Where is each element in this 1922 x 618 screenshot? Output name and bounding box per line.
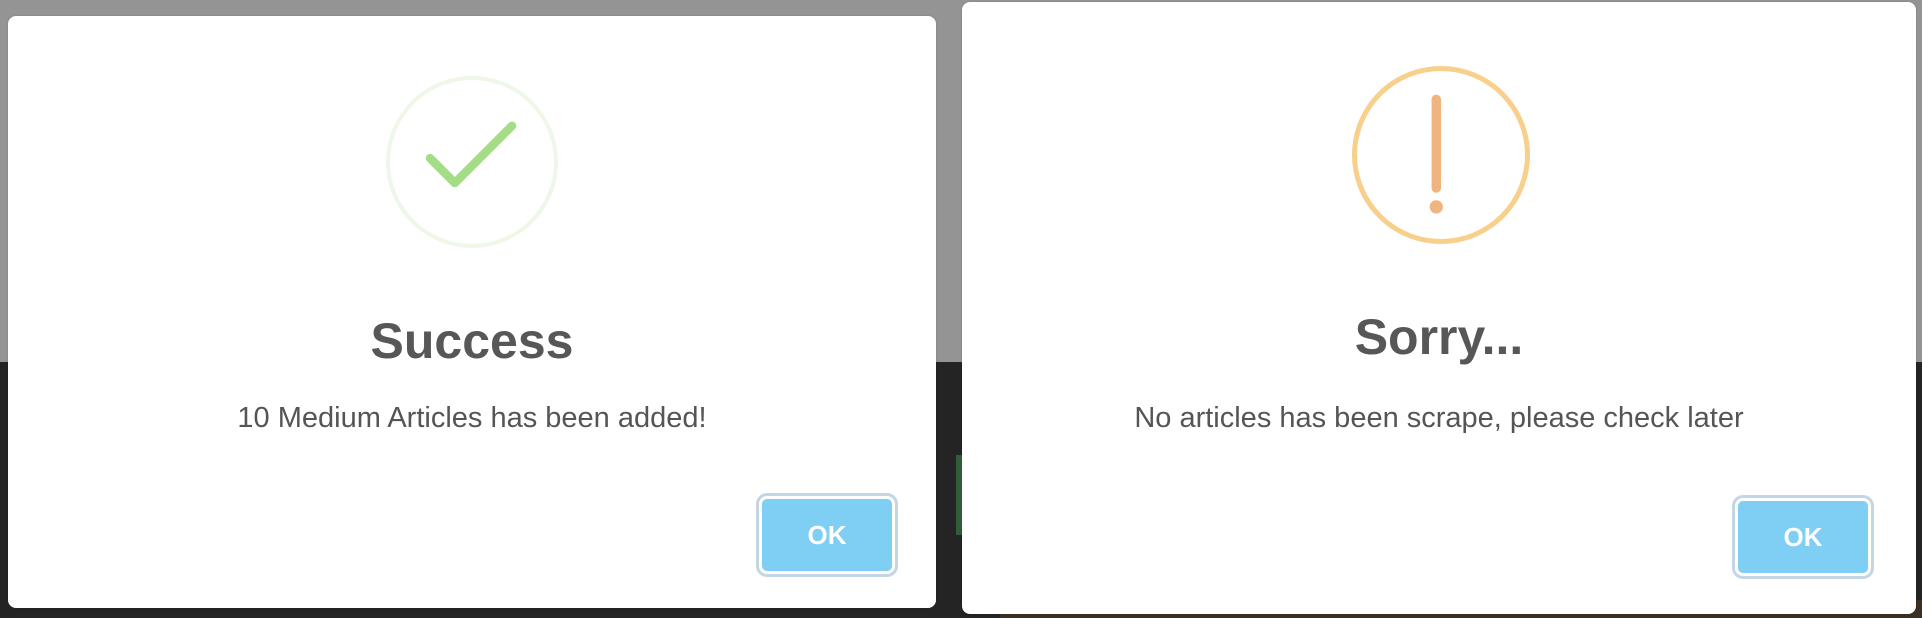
dialog-title: Sorry... [1354, 309, 1524, 365]
success-dialog: Success 10 Medium Articles has been adde… [8, 16, 936, 608]
checkmark-icon [386, 76, 558, 248]
dialog-message: No articles has been scrape, please chec… [1134, 402, 1744, 434]
warning-dialog: Sorry... No articles has been scrape, pl… [962, 2, 1916, 614]
exclamation-icon [1352, 66, 1530, 244]
ok-button[interactable]: OK [1735, 498, 1871, 576]
dialog-title: Success [370, 313, 574, 369]
ok-button[interactable]: OK [759, 496, 895, 574]
dialog-message: 10 Medium Articles has been added! [237, 402, 707, 434]
